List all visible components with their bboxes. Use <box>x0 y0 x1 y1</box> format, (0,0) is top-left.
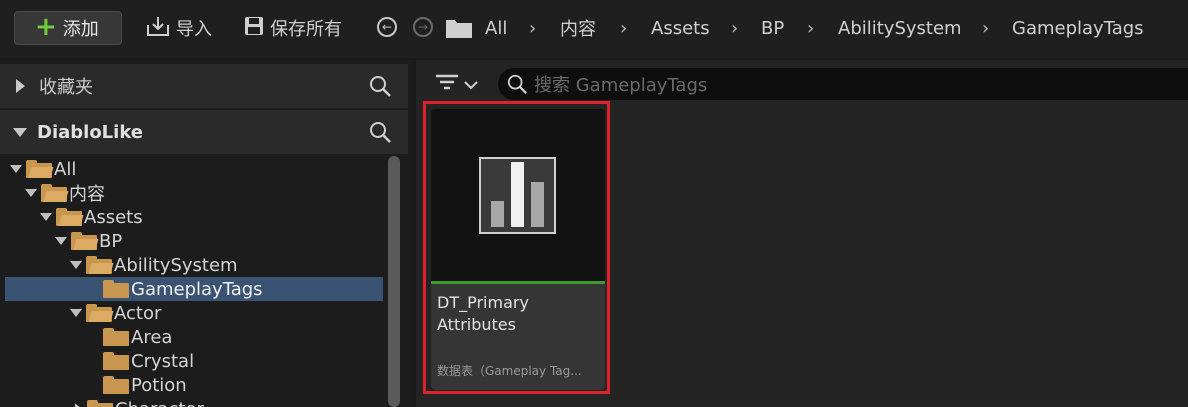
back-icon[interactable]: ← <box>377 17 397 37</box>
search-placeholder: 搜索 GameplayTags <box>534 75 708 96</box>
folder-open-icon <box>41 184 69 202</box>
favorites-label: 收藏夹 <box>39 77 93 98</box>
save-all-button[interactable]: 保存所有 <box>244 11 342 45</box>
tree-item-all[interactable]: All <box>0 157 383 181</box>
breadcrumb-item-all[interactable]: All <box>485 11 507 45</box>
folder-open-icon <box>86 304 114 322</box>
search-icon[interactable] <box>368 74 392 103</box>
chevron-right-icon: › <box>807 17 815 39</box>
tree-item-assets[interactable]: Assets <box>0 205 383 229</box>
tree-item-label: Potion <box>131 374 187 396</box>
asset-search-input[interactable]: 搜索 GameplayTags <box>498 68 1188 100</box>
tree-item-label: Assets <box>84 206 143 228</box>
folder-icon <box>103 328 129 346</box>
import-button[interactable]: 导入 <box>146 11 212 45</box>
tree-item-label: All <box>54 158 77 180</box>
chevron-right-icon: › <box>731 17 739 39</box>
asset-type-label: 数据表（Gameplay Tag... <box>437 364 582 378</box>
chevron-right-icon: › <box>529 17 537 39</box>
collapse-arrow-icon[interactable] <box>10 165 22 173</box>
tree-item-label: Character <box>115 399 204 407</box>
folder-icon <box>87 400 113 407</box>
breadcrumb-item-abilitysystem[interactable]: AbilitySystem <box>838 11 962 45</box>
expand-arrow-icon[interactable] <box>16 79 25 93</box>
folder-icon <box>103 352 129 370</box>
tree-item-label: Crystal <box>131 350 195 372</box>
tree-item-actor[interactable]: Actor <box>0 301 383 325</box>
project-header[interactable]: DiabloLike <box>0 110 408 154</box>
expand-arrow-icon[interactable] <box>74 403 83 407</box>
folder-open-icon <box>71 232 99 250</box>
folder-icon <box>103 376 129 394</box>
chevron-right-icon: › <box>982 17 990 39</box>
tree-item-label: AbilitySystem <box>114 254 238 276</box>
breadcrumb-item-gameplaytags[interactable]: GameplayTags <box>1012 11 1144 45</box>
folder-open-icon <box>56 208 84 226</box>
asset-name-line-2: Attributes <box>437 315 516 334</box>
collapse-arrow-icon[interactable] <box>13 127 27 137</box>
forward-icon[interactable]: → <box>413 17 433 37</box>
tree-item-gameplaytags[interactable]: GameplayTags <box>5 277 383 301</box>
tree-scrollbar-thumb[interactable] <box>388 156 400 407</box>
tree-item-label: Actor <box>114 302 162 324</box>
tree-item-crystal[interactable]: Crystal <box>0 349 383 373</box>
add-button[interactable]: + 添加 <box>14 11 122 45</box>
tree-item-label: BP <box>99 230 123 252</box>
chevron-down-icon <box>464 74 478 95</box>
asset-thumbnail <box>431 109 605 283</box>
folder-tree: All 内容 Assets BP AbilitySystem GameplayT… <box>0 156 383 407</box>
tree-item-abilitysystem[interactable]: AbilitySystem <box>0 253 383 277</box>
import-icon <box>146 15 170 42</box>
search-icon <box>506 73 528 100</box>
breadcrumb-item-content[interactable]: 内容 <box>560 11 596 45</box>
breadcrumb-item-assets[interactable]: Assets <box>651 11 710 45</box>
tree-item-area[interactable]: Area <box>0 325 383 349</box>
tree-item-label: Area <box>131 326 173 348</box>
tree-item-bp[interactable]: BP <box>0 229 383 253</box>
save-icon <box>244 16 264 41</box>
collapse-arrow-icon[interactable] <box>25 189 37 197</box>
save-all-button-label: 保存所有 <box>270 19 342 40</box>
asset-name-line-1: DT_Primary <box>437 293 529 312</box>
search-icon[interactable] <box>368 120 392 149</box>
filter-icon <box>436 74 458 95</box>
collapse-arrow-icon[interactable] <box>70 261 82 269</box>
import-button-label: 导入 <box>176 19 212 40</box>
project-label: DiabloLike <box>37 121 144 143</box>
breadcrumb-item-bp[interactable]: BP <box>761 11 784 45</box>
data-table-icon <box>479 157 556 234</box>
folder-icon <box>103 280 129 298</box>
chevron-right-icon: › <box>620 17 628 39</box>
collapse-arrow-icon[interactable] <box>70 309 82 317</box>
plus-icon: + <box>35 12 57 42</box>
folder-open-icon <box>86 256 114 274</box>
asset-name: DT_Primary Attributes <box>437 292 529 336</box>
filter-button[interactable] <box>436 70 484 98</box>
favorites-header[interactable]: 收藏夹 <box>0 64 408 108</box>
tree-item-content[interactable]: 内容 <box>0 181 383 205</box>
tree-item-label: GameplayTags <box>131 278 263 300</box>
asset-info: DT_Primary Attributes 数据表（Gameplay Tag..… <box>431 284 605 390</box>
add-button-label: 添加 <box>62 19 99 40</box>
tree-item-potion[interactable]: Potion <box>0 373 383 397</box>
collapse-arrow-icon[interactable] <box>40 213 52 221</box>
collapse-arrow-icon[interactable] <box>55 237 67 245</box>
tree-item-character[interactable]: Character <box>0 397 383 407</box>
tree-item-label: 内容 <box>69 184 105 205</box>
asset-tile-dt-primary-attributes[interactable]: DT_Primary Attributes 数据表（Gameplay Tag..… <box>431 109 605 390</box>
folder-open-icon <box>26 160 54 178</box>
folder-icon <box>446 18 472 43</box>
